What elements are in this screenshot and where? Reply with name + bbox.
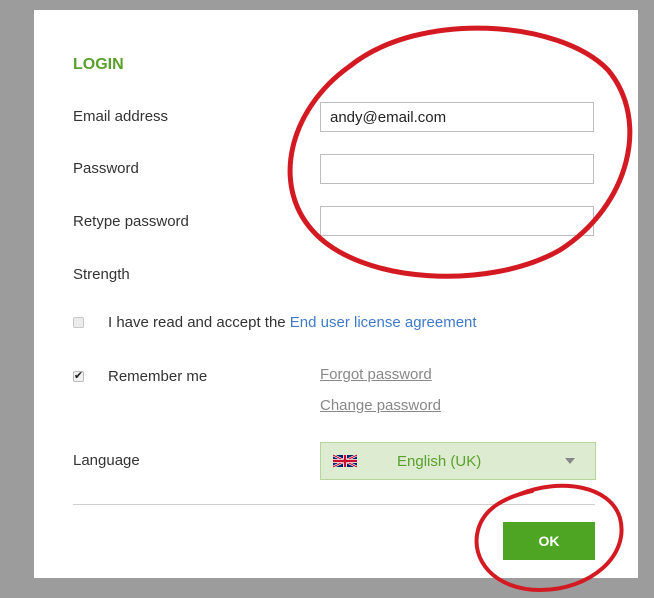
login-title: LOGIN — [73, 56, 124, 73]
remember-me-checkbox[interactable]: ✔ — [73, 371, 84, 382]
retype-password-field[interactable] — [320, 206, 594, 236]
eula-checkbox[interactable] — [73, 317, 84, 328]
email-label: Email address — [73, 108, 169, 125]
strength-label: Strength — [73, 266, 130, 283]
language-label: Language — [73, 452, 140, 469]
ok-button[interactable]: OK — [503, 522, 595, 560]
change-password-link[interactable]: Change password — [320, 397, 441, 414]
retype-password-label: Retype password — [73, 213, 189, 230]
eula-text: I have read and accept the End user lice… — [108, 314, 477, 331]
eula-prefix: I have read and accept the — [108, 314, 290, 331]
language-selected: English (UK) — [397, 452, 482, 470]
language-select[interactable]: English (UK) — [320, 442, 596, 480]
eula-link[interactable]: End user license agreement — [290, 314, 477, 331]
forgot-password-link[interactable]: Forgot password — [320, 366, 432, 383]
chevron-down-icon — [565, 458, 575, 464]
email-field[interactable] — [320, 102, 594, 132]
password-field[interactable] — [320, 154, 594, 184]
uk-flag-icon — [333, 453, 357, 469]
divider — [73, 504, 595, 505]
login-dialog: LOGIN Email address Password Retype pass… — [34, 10, 638, 578]
password-label: Password — [73, 160, 139, 177]
checkmark-icon: ✔ — [73, 370, 84, 382]
remember-me-label: Remember me — [108, 368, 208, 385]
